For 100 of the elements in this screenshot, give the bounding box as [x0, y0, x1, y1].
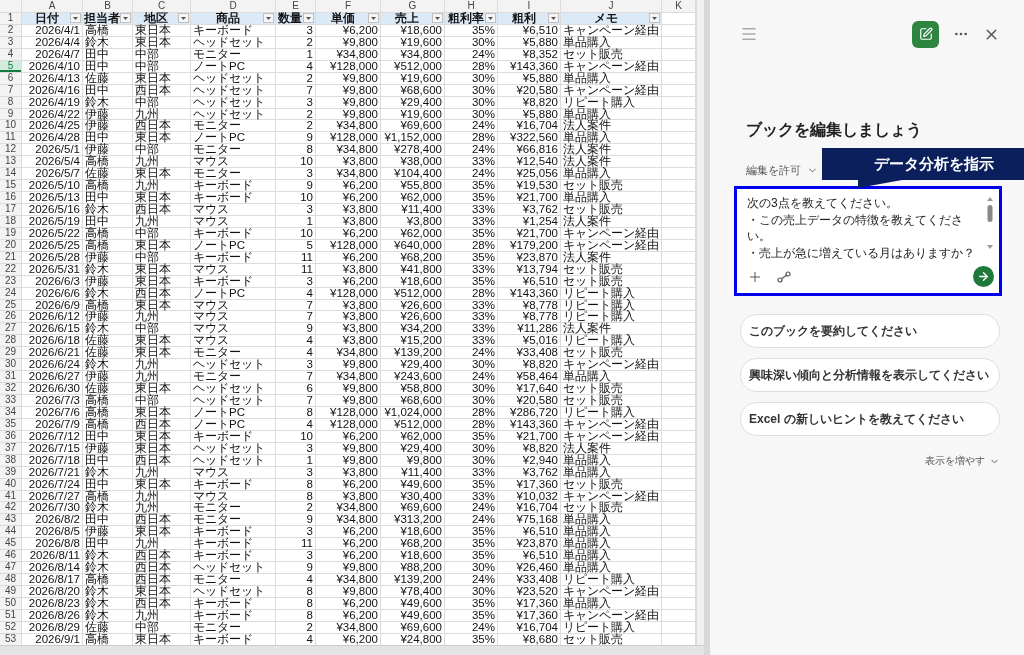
table-cell: 高橋 — [83, 395, 133, 407]
table-cell: 8 — [276, 586, 316, 598]
table-cell: 3 — [276, 204, 316, 216]
table-cell: 35% — [445, 227, 498, 240]
table-cell: ¥17,640 — [498, 383, 561, 395]
show-more-button[interactable]: 表示を増やす — [925, 454, 1000, 468]
row-header[interactable]: 31 — [0, 371, 22, 384]
table-cell: 30% — [445, 442, 498, 455]
scroll-bar[interactable] — [696, 0, 704, 645]
column-title: 粗利 — [511, 13, 536, 24]
filter-button[interactable] — [368, 13, 379, 23]
table-cell: 2026/6/21 — [22, 347, 83, 360]
suggestion-chip[interactable]: Excel の新しいヒントを教えてください — [740, 402, 1000, 436]
row-header[interactable]: 27 — [0, 323, 22, 336]
filter-button[interactable] — [263, 13, 274, 23]
suggestion-chip[interactable]: 興味深い傾向と分析情報を表示してください — [740, 358, 1000, 392]
table-cell: ¥9,800 — [316, 562, 381, 575]
table-cell: ¥30,400 — [381, 490, 445, 503]
row-header[interactable]: 32 — [0, 383, 22, 395]
table-cell: ¥21,700 — [498, 227, 561, 240]
table-cell: ¥29,400 — [381, 359, 445, 372]
table-cell: マウス — [191, 204, 276, 216]
column-header[interactable]: J — [561, 0, 662, 13]
column-header[interactable]: A — [22, 0, 83, 13]
row-header[interactable]: 43 — [0, 514, 22, 527]
table-cell: ¥3,800 — [316, 299, 381, 312]
column-header[interactable]: K — [662, 0, 696, 13]
table-cell: 東日本 — [133, 526, 191, 539]
filter-button[interactable] — [178, 13, 189, 23]
table-cell: 2026/7/30 — [22, 502, 83, 515]
table-cell: 3 — [276, 275, 316, 288]
filter-button[interactable] — [120, 13, 131, 23]
table-cell: 伊藤 — [83, 275, 133, 288]
filter-button[interactable] — [485, 13, 496, 23]
table-cell: マウス — [191, 215, 276, 228]
column-header[interactable]: I — [498, 0, 561, 13]
row-header[interactable]: 15 — [0, 180, 22, 193]
table-cell: 2026/4/1 — [22, 24, 83, 37]
table-cell: ¥88,200 — [381, 562, 445, 575]
table-cell: 東日本 — [133, 72, 191, 85]
new-chat-button[interactable] — [912, 20, 939, 48]
suggestion-chip[interactable]: このブックを要約してください — [740, 314, 1000, 348]
row-header[interactable]: 29 — [0, 347, 22, 360]
table-cell: ¥5,016 — [498, 335, 561, 348]
row-header[interactable]: 44 — [0, 526, 22, 539]
table-cell: キーボード — [191, 597, 276, 610]
table-cell: ¥143,360 — [498, 418, 561, 431]
filter-button[interactable] — [548, 13, 559, 23]
table-cell: 西日本 — [133, 574, 191, 586]
attach-button[interactable] — [777, 270, 791, 283]
row-header[interactable]: 49 — [0, 586, 22, 598]
row-header[interactable]: 11 — [0, 132, 22, 145]
table-cell: 法人案件 — [561, 215, 662, 228]
row-header[interactable]: 30 — [0, 359, 22, 372]
table-cell: ¥20,580 — [498, 84, 561, 97]
row-header[interactable]: 45 — [0, 538, 22, 551]
filter-button[interactable] — [70, 13, 81, 23]
table-cell: ¥6,200 — [316, 526, 381, 539]
column-header[interactable]: C — [133, 0, 191, 13]
row-header[interactable]: 13 — [0, 156, 22, 169]
table-cell: 2026/4/19 — [22, 96, 83, 109]
table-cell: 28% — [445, 132, 498, 145]
send-button[interactable] — [973, 266, 994, 287]
table-cell: 2026/4/16 — [22, 84, 83, 97]
table-cell: ¥34,800 — [381, 48, 445, 61]
table-cell: 33% — [445, 263, 498, 276]
table-cell: 佐藤 — [83, 335, 133, 348]
row-header[interactable]: 33 — [0, 395, 22, 407]
column-header[interactable]: G — [381, 0, 445, 13]
table-cell: ¥34,800 — [316, 514, 381, 527]
prompt-field[interactable]: 次の3点を教えてください。 ・この売上データの特徴を教えてください。 ・売上が急に増えている月はありますか？ — [734, 186, 1002, 296]
row-header[interactable]: 1 — [0, 13, 22, 25]
row-header[interactable]: 10 — [0, 120, 22, 133]
table-cell: キーボード — [191, 550, 276, 563]
table-cell: セット販売 — [561, 263, 662, 276]
row-header[interactable]: 48 — [0, 574, 22, 586]
filter-button[interactable] — [303, 13, 314, 23]
row-header[interactable]: 28 — [0, 335, 22, 348]
row-header[interactable]: 14 — [0, 168, 22, 181]
column-header[interactable]: E — [276, 0, 316, 13]
column-header[interactable]: F — [316, 0, 381, 13]
row-header[interactable]: 12 — [0, 144, 22, 157]
row-header[interactable]: 47 — [0, 562, 22, 575]
table-cell: ¥6,200 — [316, 597, 381, 610]
row-header[interactable]: 16 — [0, 192, 22, 204]
filter-button[interactable] — [649, 13, 660, 23]
row-header[interactable]: 26 — [0, 311, 22, 324]
table-cell: ¥34,800 — [316, 371, 381, 384]
permission-dropdown[interactable]: 編集を許可 — [746, 163, 818, 178]
table-cell: 30% — [445, 395, 498, 407]
table-cell: 2026/5/13 — [22, 192, 83, 204]
table-cell: 33% — [445, 299, 498, 312]
row-header[interactable]: 17 — [0, 204, 22, 216]
table-cell: ¥15,200 — [381, 335, 445, 348]
table-cell: 佐藤 — [83, 383, 133, 395]
row-header[interactable]: 46 — [0, 550, 22, 563]
column-header[interactable]: B — [83, 0, 133, 13]
table-cell: 24% — [445, 371, 498, 384]
filter-button[interactable] — [432, 13, 443, 23]
row-header[interactable]: 42 — [0, 502, 22, 515]
